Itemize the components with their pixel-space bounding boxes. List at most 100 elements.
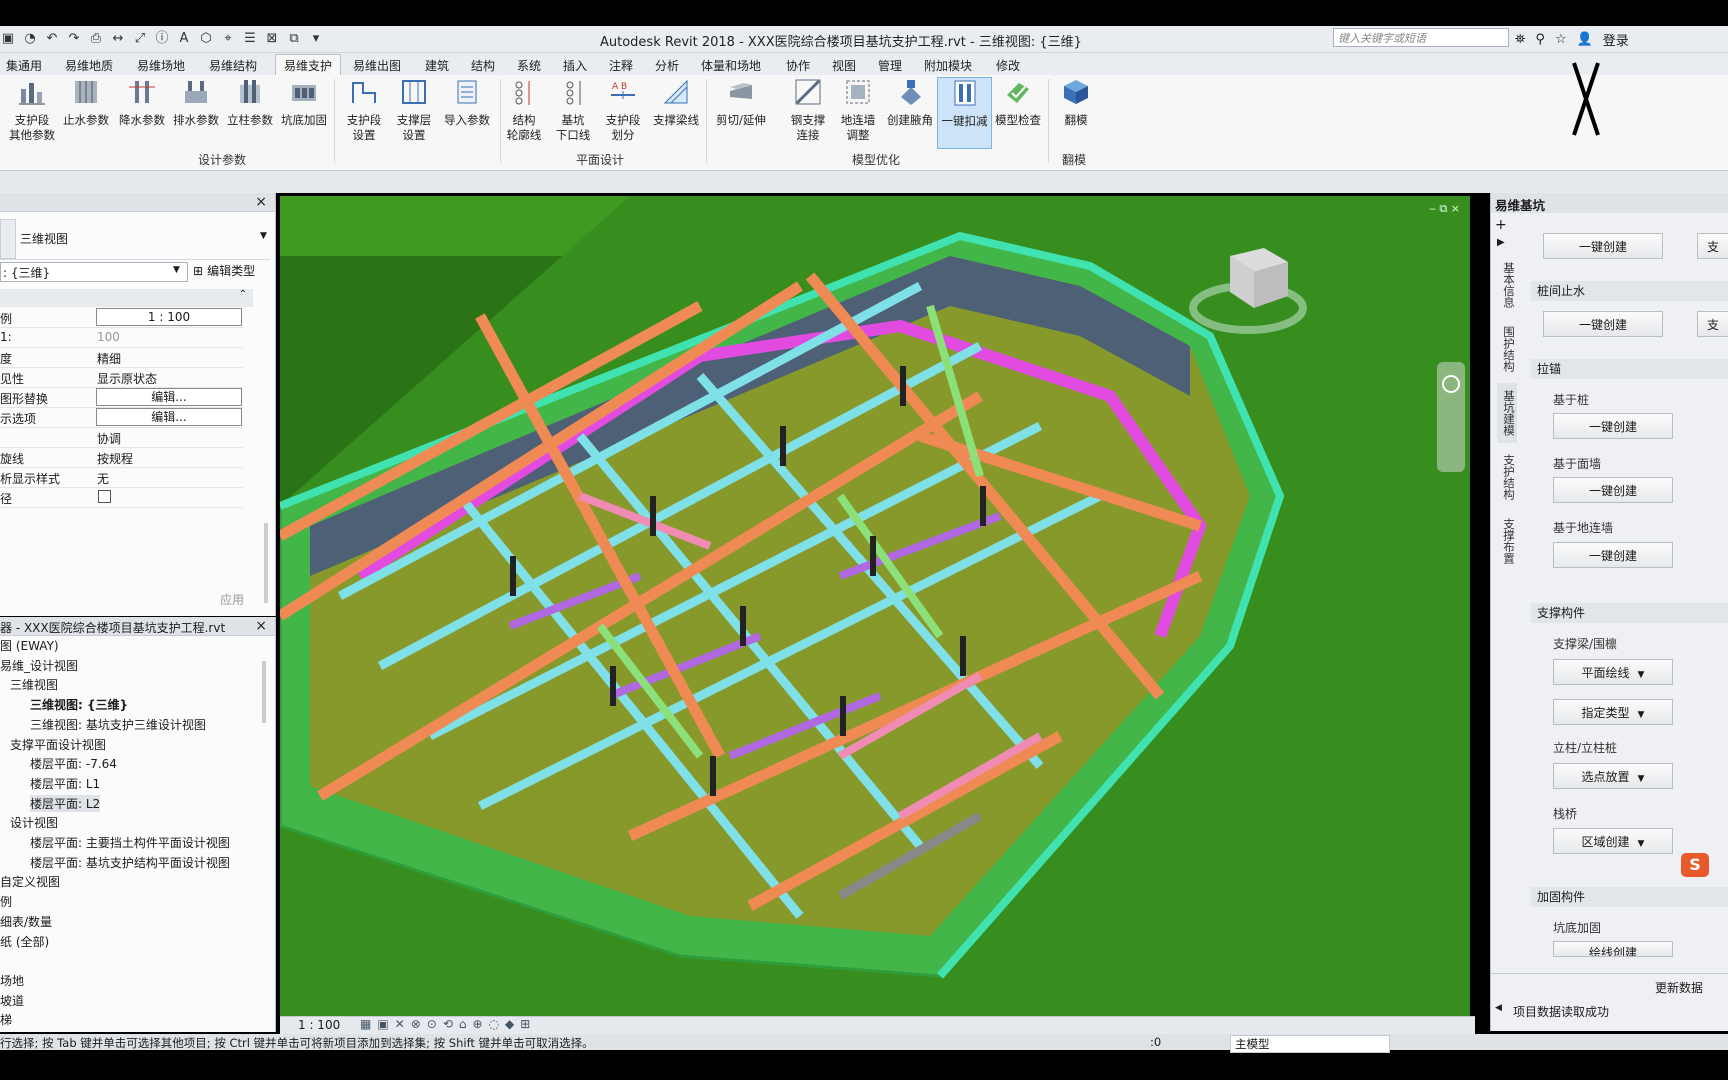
browser-tree-item[interactable]: 三维视图: {三维} <box>30 696 128 713</box>
assign-type-dropdown[interactable]: 指定类型 ▼ <box>1553 699 1673 725</box>
active-model[interactable]: 主模型 <box>1230 1035 1390 1053</box>
property-row[interactable]: 析显示样式 无 <box>0 467 243 488</box>
side-tab[interactable]: 支撑布置 <box>1497 511 1517 571</box>
drainage-params-button[interactable]: 排水参数 <box>170 77 222 128</box>
apply-button[interactable]: 应用 <box>220 591 244 608</box>
checkbox[interactable] <box>98 490 111 503</box>
browser-tree-item[interactable]: 例 <box>0 893 12 910</box>
sogou-ime-icon[interactable]: S <box>1681 853 1709 877</box>
binoculars-icon[interactable]: ⛯ <box>1515 32 1525 47</box>
flip-model-button[interactable]: 翻模 <box>1054 77 1098 128</box>
pin-icon[interactable]: + <box>1495 217 1507 233</box>
ribbon-tab[interactable]: 易维结构 <box>203 56 263 75</box>
ribbon-tab[interactable]: 视图 <box>826 56 862 75</box>
model-check-button[interactable]: 模型检查 <box>992 77 1044 128</box>
scale-selector[interactable]: 1 : 100 <box>298 1018 340 1032</box>
tag-icon[interactable]: ⓘ <box>154 31 170 47</box>
stop-water-params-button[interactable]: 止水参数 <box>60 77 112 128</box>
browser-tree-item[interactable]: 楼层平面: -7.64 <box>30 755 117 772</box>
one-click-create-button[interactable]: 一键创建 <box>1543 311 1663 337</box>
browser-tree-item[interactable]: 图 (EWAY) <box>0 637 59 654</box>
close-icon[interactable]: × <box>255 618 267 634</box>
ribbon-tab[interactable]: 管理 <box>872 56 908 75</box>
type-selector[interactable]: 三维视图 ▼ <box>0 217 270 260</box>
one-click-create-button[interactable]: 一键创建 <box>1553 413 1673 439</box>
layer-settings-button[interactable]: 支撑层 设置 <box>390 77 438 143</box>
one-click-create-button[interactable]: 一键创建 <box>1553 477 1673 503</box>
graphics-section-header[interactable]: ⌃ <box>0 289 253 307</box>
thin-lines-icon[interactable]: ☰ <box>242 31 258 47</box>
browser-tree-item[interactable]: 楼层平面: L2 <box>30 794 101 812</box>
open-icon[interactable]: ◔ <box>22 31 38 47</box>
section-reinforce-members[interactable]: 加固构件 <box>1531 887 1728 907</box>
view-control-icons[interactable]: ▦▣✕⊗⊙⟲⌂⊕◌◆⊞ <box>360 1017 536 1031</box>
property-row[interactable]: 度 精细 <box>0 347 243 368</box>
browser-tree-item[interactable]: 细表/数量 <box>0 913 52 930</box>
print-icon[interactable]: ⎙ <box>88 31 104 47</box>
scrollbar[interactable] <box>262 661 266 723</box>
ribbon-tab[interactable]: 修改 <box>990 56 1026 75</box>
side-tab[interactable]: 基本信息 <box>1497 255 1517 315</box>
one-click-deduct-button[interactable]: 一键扣减 <box>937 77 992 149</box>
scrollbar[interactable] <box>264 523 268 603</box>
property-value[interactable]: 1 : 100 <box>96 308 242 326</box>
update-data-button[interactable]: 更新数据 <box>1655 979 1703 996</box>
arrow-left-icon[interactable]: ◀ <box>1495 1003 1502 1013</box>
plane-draw-dropdown[interactable]: 平面绘线 ▼ <box>1553 659 1673 685</box>
side-tab[interactable]: 基坑建模 <box>1497 383 1517 443</box>
save-icon[interactable]: ▣ <box>0 31 16 47</box>
one-click-create-button[interactable]: 一键创建 <box>1543 233 1663 259</box>
property-row[interactable]: 见性 显示原状态 <box>0 367 243 388</box>
draw-create-dropdown[interactable]: 绘线创建 <box>1553 941 1673 957</box>
3d-view-icon[interactable]: ⬡ <box>198 31 214 47</box>
customize-qat-icon[interactable]: ▾ <box>308 31 324 47</box>
ribbon-tab[interactable]: 协作 <box>780 56 816 75</box>
browser-tree-item[interactable]: 设计视图 <box>10 814 58 831</box>
ribbon-tab[interactable]: 插入 <box>557 56 593 75</box>
close-hidden-icon[interactable]: ⊠ <box>264 31 280 47</box>
undo-icon[interactable]: ↶ <box>44 31 60 47</box>
pick-place-dropdown[interactable]: 选点放置 ▼ <box>1553 763 1673 789</box>
beam-line-button[interactable]: 支撑梁线 <box>650 77 702 128</box>
section-icon[interactable]: ⌖ <box>220 31 236 47</box>
text-icon[interactable]: A <box>176 31 192 47</box>
property-row[interactable]: 示选项 编辑... <box>0 407 243 428</box>
ribbon-tab[interactable]: 易维地质 <box>59 56 119 75</box>
create-corner-button[interactable]: 创建腋角 <box>884 77 936 128</box>
partial-button[interactable]: 支 <box>1697 233 1728 259</box>
cut-extend-button[interactable]: 剪切/延伸 <box>712 77 770 128</box>
ribbon-tab[interactable]: 建筑 <box>419 56 455 75</box>
browser-tree-item[interactable]: 楼层平面: 基坑支护结构平面设计视图 <box>30 854 230 871</box>
browser-tree-item[interactable]: 三维视图 <box>10 676 58 693</box>
side-tab[interactable]: 围护结构 <box>1497 319 1517 379</box>
pit-reinforce-button[interactable]: 坑底加固 <box>278 77 330 128</box>
browser-tree-item[interactable]: 自定义视图 <box>0 873 60 890</box>
3d-viewport[interactable]: ‒ ⧉ × <box>280 196 1470 1016</box>
steel-connect-button[interactable]: 钢支撑 连接 <box>786 77 830 143</box>
partial-button[interactable]: 支 <box>1697 311 1728 337</box>
edit-button[interactable]: 编辑... <box>96 388 242 406</box>
property-row[interactable]: 径 <box>0 487 243 508</box>
browser-tree-item[interactable]: 三维视图: 基坑支护三维设计视图 <box>30 716 206 733</box>
star-icon[interactable]: ☆ <box>1555 32 1567 47</box>
segment-divide-button[interactable]: A B 支护段 划分 <box>600 77 646 143</box>
ribbon-tab[interactable]: 分析 <box>649 56 685 75</box>
close-icon[interactable]: × <box>255 194 267 210</box>
segment-settings-button[interactable]: 支护段 设置 <box>340 77 388 143</box>
property-row[interactable]: 1: 100 <box>0 327 243 348</box>
edit-type-button[interactable]: ⊞ 编辑类型 <box>193 262 255 279</box>
ribbon-tab[interactable]: 注释 <box>603 56 639 75</box>
arrow-right-icon[interactable]: ▶ <box>1497 237 1505 248</box>
section-support-members[interactable]: 支撑构件 <box>1531 603 1728 623</box>
one-click-create-button[interactable]: 一键创建 <box>1553 542 1673 568</box>
search-input[interactable]: 键入关键字或短语 <box>1333 28 1509 47</box>
property-row[interactable]: 例 1 : 100 <box>0 307 243 328</box>
instance-dropdown[interactable]: : {三维} ▼ <box>0 262 188 282</box>
side-tab[interactable]: 支护结构 <box>1497 447 1517 507</box>
section-stop-water[interactable]: 桩间止水 <box>1531 281 1728 301</box>
subscription-icon[interactable]: ⚲ <box>1535 32 1545 47</box>
ribbon-tab[interactable]: 易维出图 <box>347 56 407 75</box>
user-icon[interactable]: 👤 <box>1577 32 1593 47</box>
browser-tree-item[interactable]: 支撑平面设计视图 <box>10 736 106 753</box>
ribbon-tab[interactable]: 系统 <box>511 56 547 75</box>
